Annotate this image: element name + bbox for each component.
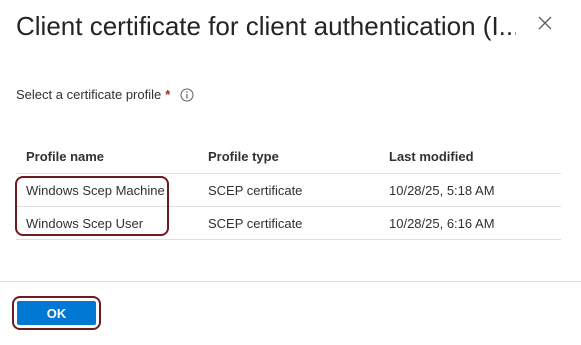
dialog-title: Client certificate for client authentica… xyxy=(16,11,516,41)
profile-type-cell: SCEP certificate xyxy=(208,215,303,231)
profile-type-cell: SCEP certificate xyxy=(208,182,303,198)
last-modified-cell: 10/28/25, 6:16 AM xyxy=(389,215,495,231)
footer-divider xyxy=(0,281,581,282)
close-icon xyxy=(538,16,552,30)
info-icon[interactable] xyxy=(180,88,194,102)
profile-name-cell: Windows Scep User xyxy=(26,215,144,231)
required-mark: * xyxy=(165,87,171,102)
profile-name-cell: Windows Scep Machine xyxy=(26,182,165,198)
certificate-profile-dialog: Client certificate for client authentica… xyxy=(0,0,581,345)
last-modified-cell: 10/28/25, 5:18 AM xyxy=(389,182,495,198)
column-header-last-modified[interactable]: Last modified xyxy=(389,140,474,173)
close-button[interactable] xyxy=(534,12,556,34)
field-label: Select a certificate profile xyxy=(16,87,162,102)
column-header-profile-name[interactable]: Profile name xyxy=(26,140,104,173)
profile-table: Profile name Profile type Last modified … xyxy=(16,140,561,240)
table-row[interactable]: Windows Scep User SCEP certificate 10/28… xyxy=(16,207,561,240)
column-header-profile-type[interactable]: Profile type xyxy=(208,140,279,173)
ok-button[interactable]: OK xyxy=(17,301,96,325)
table-row[interactable]: Windows Scep Machine SCEP certificate 10… xyxy=(16,174,561,207)
field-label-row: Select a certificate profile * xyxy=(16,86,194,104)
table-header: Profile name Profile type Last modified xyxy=(16,140,561,174)
